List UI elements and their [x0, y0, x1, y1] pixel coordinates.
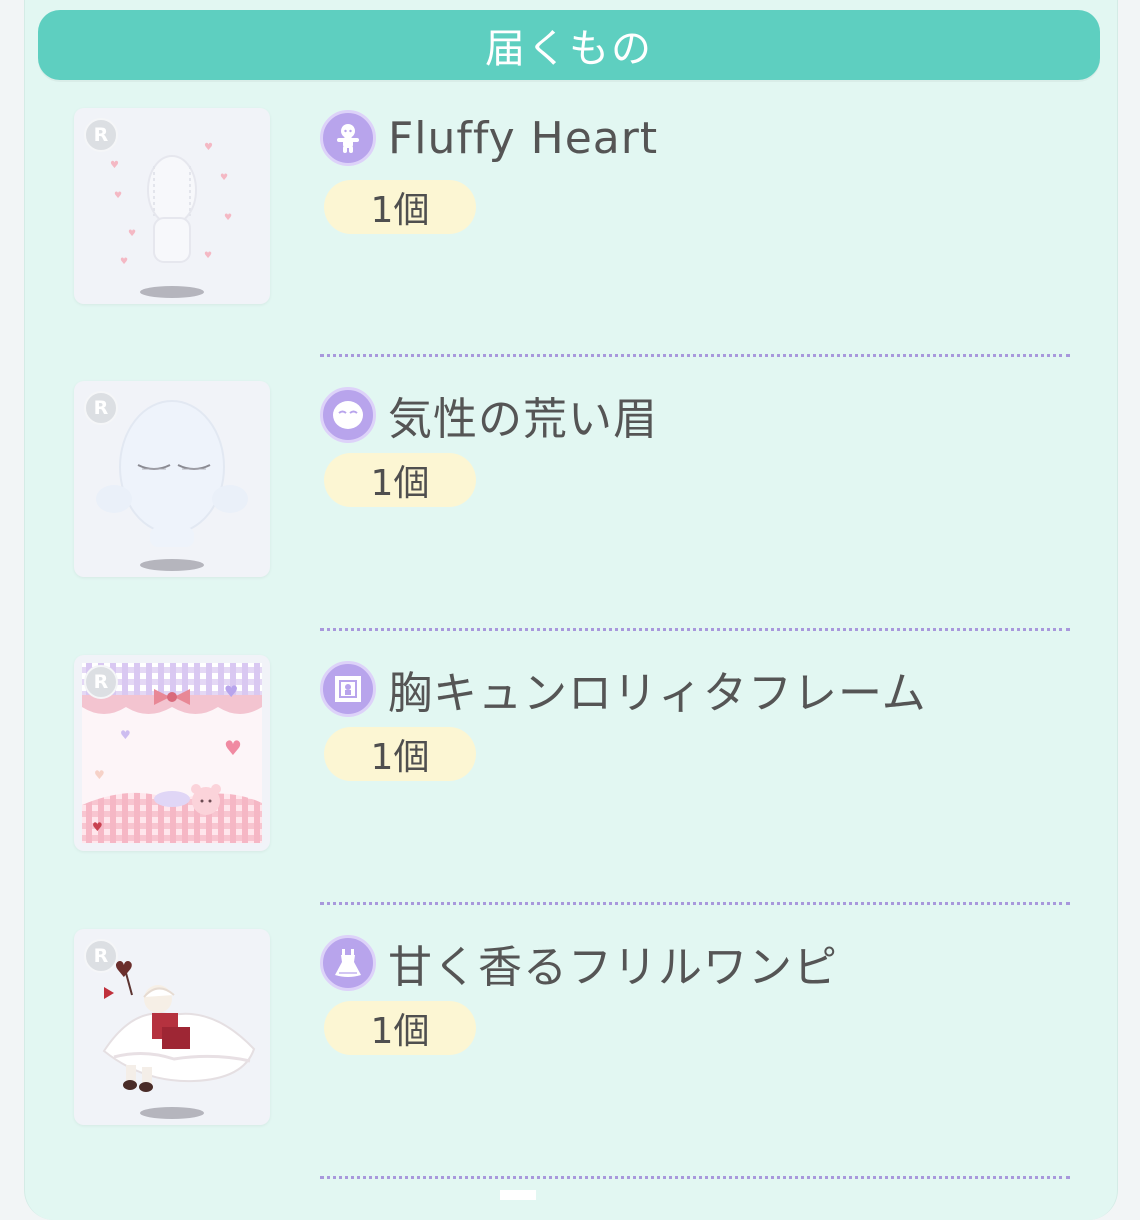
bottom-tab — [500, 1190, 536, 1200]
svg-text:♥: ♥ — [224, 736, 242, 760]
item-divider — [320, 354, 1070, 357]
quantity-badge: 1個 — [324, 1001, 476, 1055]
reward-item[interactable]: R ♥ ♥ ♥ ♥ ♥ 胸キュンロリィタフレーム 1個 — [74, 655, 1070, 851]
svg-text:♥: ♥ — [94, 768, 105, 782]
rarity-badge: R — [84, 391, 118, 425]
section-title: 届くもの — [485, 26, 653, 72]
reward-item[interactable]: R ♥ 甘く香るフリルワンピ 1個 — [74, 929, 1070, 1125]
item-name: 甘く香るフリルワンピ — [388, 942, 838, 993]
item-thumbnail[interactable]: R ♥ ♥ ♥ ♥ ♥ — [74, 655, 270, 851]
svg-text:♥: ♥ — [120, 728, 131, 742]
svg-text:♥: ♥ — [224, 213, 232, 223]
svg-text:♥: ♥ — [204, 251, 212, 261]
item-thumbnail[interactable]: R ♥ — [74, 929, 270, 1125]
rarity-badge: R — [84, 939, 118, 973]
svg-text:♥: ♥ — [120, 257, 128, 267]
item-name-row: 気性の荒い眉 — [320, 383, 658, 447]
ground-shadow — [140, 286, 204, 298]
svg-text:♥: ♥ — [220, 173, 228, 183]
ground-shadow — [140, 1107, 204, 1119]
section-header: 届くもの — [38, 10, 1100, 80]
item-name-row: Fluffy Heart — [320, 110, 658, 166]
item-divider — [320, 1176, 1070, 1179]
item-thumbnail[interactable]: R — [74, 381, 270, 577]
item-divider — [320, 902, 1070, 905]
svg-text:♥: ♥ — [204, 142, 213, 153]
quantity-badge: 1個 — [324, 453, 476, 507]
item-thumbnail[interactable]: R ♥ ♥ ♥ ♥ ♥ ♥ ♥ ♥ — [74, 108, 270, 304]
item-name: 気性の荒い眉 — [388, 394, 658, 445]
dress-icon — [320, 935, 376, 991]
item-name: 胸キュンロリィタフレーム — [388, 668, 927, 719]
svg-text:♥: ♥ — [92, 820, 103, 834]
svg-text:♥: ♥ — [110, 160, 119, 171]
frame-icon — [320, 661, 376, 717]
quantity-badge: 1個 — [324, 727, 476, 781]
reward-item[interactable]: R 気性の荒い眉 1個 — [74, 381, 1070, 577]
face-eyebrow-icon — [320, 387, 376, 443]
item-name-row: 甘く香るフリルワンピ — [320, 931, 838, 995]
svg-text:♥: ♥ — [224, 682, 238, 701]
svg-text:♥: ♥ — [128, 229, 136, 239]
rarity-badge: R — [84, 665, 118, 699]
quantity-badge: 1個 — [324, 180, 476, 234]
ground-shadow — [140, 559, 204, 571]
rarity-badge: R — [84, 118, 118, 152]
item-name-row: 胸キュンロリィタフレーム — [320, 657, 927, 721]
reward-item[interactable]: R ♥ ♥ ♥ ♥ ♥ ♥ ♥ ♥ Fluffy Heart 1個 — [74, 108, 1070, 304]
avatar-body-icon — [320, 110, 376, 166]
svg-text:♥: ♥ — [114, 191, 122, 201]
item-divider — [320, 628, 1070, 631]
item-name: Fluffy Heart — [388, 112, 659, 164]
